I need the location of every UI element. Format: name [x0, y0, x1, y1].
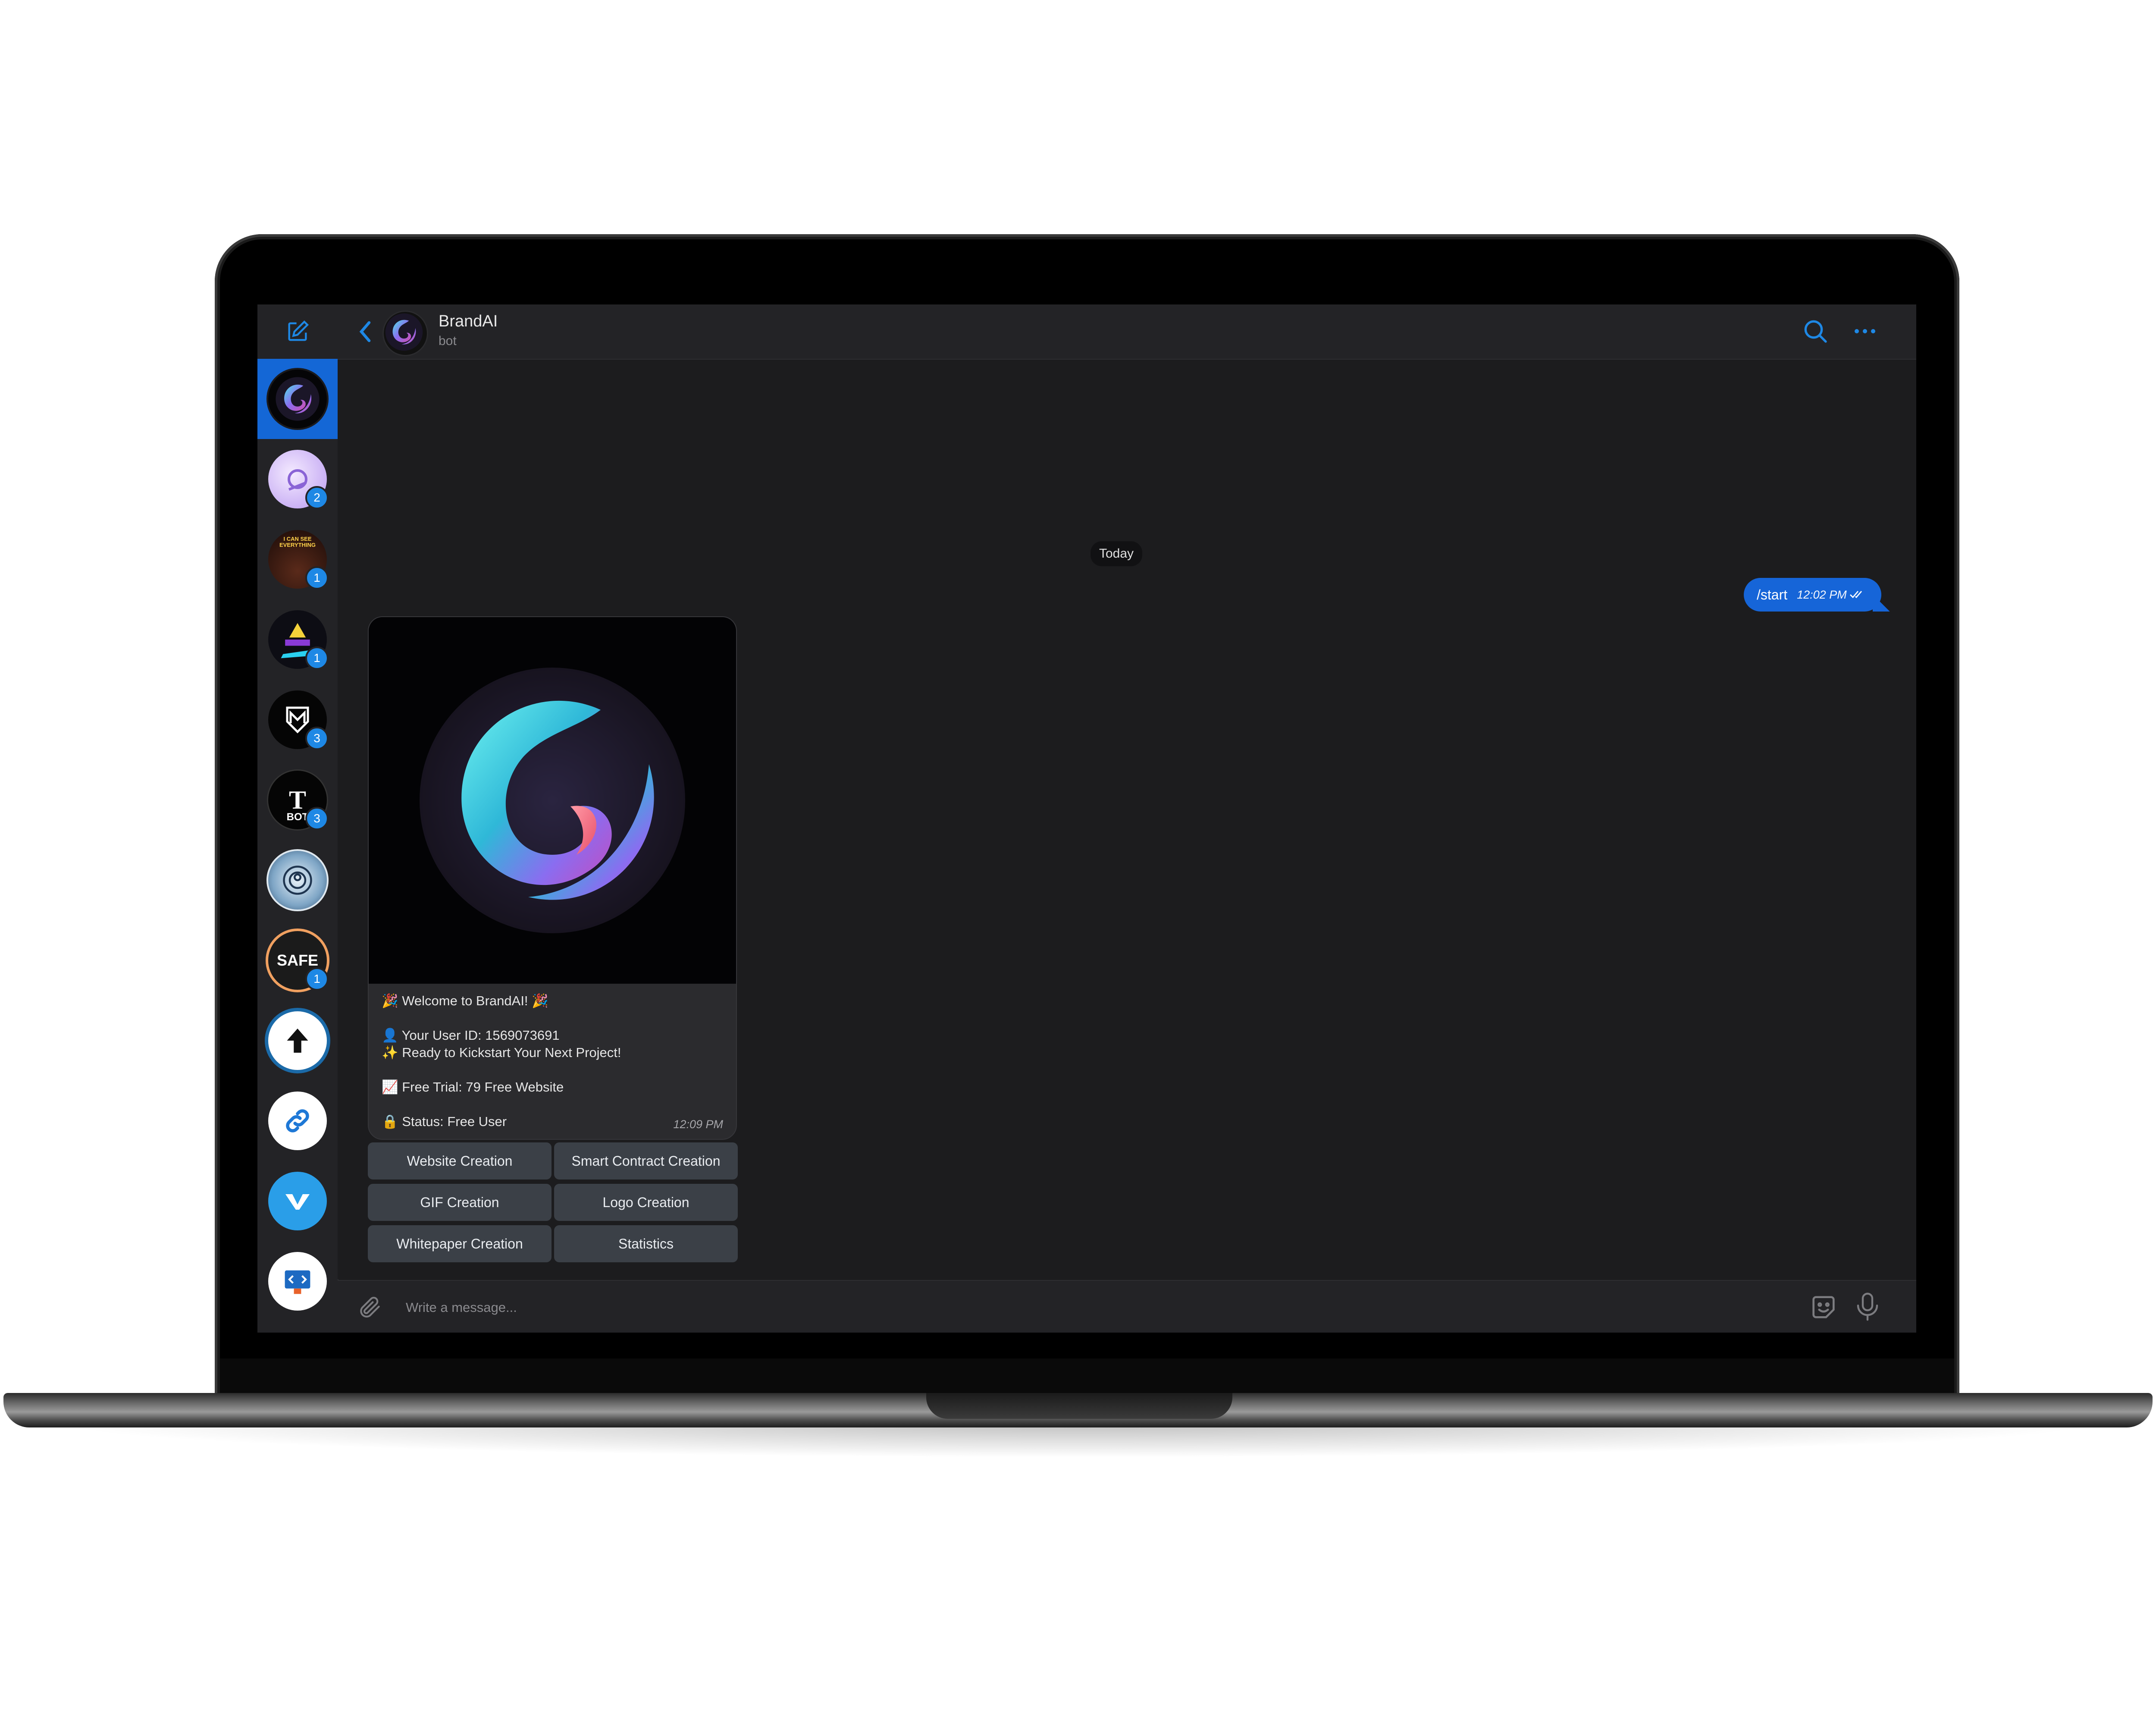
unread-badge: 1 — [305, 566, 329, 590]
avatar: SAFE 1 — [266, 929, 329, 992]
avatar: 2 — [268, 450, 329, 509]
avatar — [268, 1252, 327, 1311]
date-separator: Today — [1091, 541, 1143, 566]
sidebar-chat-8[interactable]: SAFE 1 — [257, 920, 338, 1001]
unread-badge: 1 — [305, 646, 329, 670]
keyboard-button-whitepaper-creation[interactable]: Whitepaper Creation — [368, 1225, 552, 1262]
message-line: 🎉 Welcome to BrandAI! 🎉 — [382, 993, 548, 1008]
avatar — [265, 1008, 330, 1073]
message-line — [382, 1010, 727, 1027]
avatar — [266, 849, 329, 911]
unread-badge: 3 — [305, 807, 329, 830]
link-icon — [286, 1109, 309, 1132]
telegram-window: 2 I CAN SEE EVERYTHING 1 1 3 T BOT 3 SAF… — [257, 304, 1916, 1333]
back-chevron-icon[interactable] — [357, 320, 373, 343]
chat-header: BrandAI bot — [338, 304, 1916, 360]
sticker-icon[interactable] — [1808, 1292, 1839, 1322]
bubble-tail — [1872, 594, 1890, 612]
sidebar-chat-7[interactable] — [257, 840, 338, 920]
outgoing-message[interactable]: /start 12:02 PM — [1744, 578, 1890, 612]
incoming-message[interactable]: 🎉 Welcome to BrandAI! 🎉 👤 Your User ID: … — [368, 616, 737, 1140]
message-line — [382, 1096, 727, 1113]
laptop-notch — [926, 1393, 1232, 1419]
gear-emblem-icon — [283, 866, 312, 895]
message-time: 12:09 PM — [673, 1118, 723, 1131]
microphone-icon[interactable] — [1853, 1291, 1882, 1322]
attach-icon[interactable] — [357, 1294, 383, 1321]
double-check-icon — [1849, 591, 1862, 599]
message-composer: Write a message... — [338, 1280, 1916, 1333]
v-logo-icon — [285, 1194, 310, 1210]
sidebar-chat-5[interactable]: 3 — [257, 680, 338, 760]
avatar-logo-text: T — [288, 786, 307, 814]
keyboard-button-smart-contract-creation[interactable]: Smart Contract Creation — [554, 1142, 738, 1179]
code-monitor-icon — [285, 1270, 310, 1294]
message-line: 👤 Your User ID: 1569073691 — [382, 1028, 560, 1043]
sidebar-chat-2[interactable]: 2 — [257, 439, 338, 519]
unread-badge: 3 — [305, 727, 329, 750]
avatar — [268, 1172, 327, 1230]
sidebar-chat-4[interactable]: 1 — [257, 599, 338, 680]
avatar: I CAN SEE EVERYTHING 1 — [268, 530, 329, 590]
chat-avatar[interactable] — [382, 311, 428, 356]
message-area[interactable]: Today /start 12:02 PM 🎉 Welcome to Brand… — [338, 360, 1916, 1279]
chat-subtitle: bot — [439, 334, 457, 348]
sidebar-chat-12[interactable] — [257, 1241, 338, 1321]
search-icon[interactable] — [1802, 317, 1829, 345]
compose-button[interactable] — [257, 304, 338, 359]
keyboard-button-statistics[interactable]: Statistics — [554, 1225, 738, 1262]
sidebar-chat-9[interactable] — [257, 1001, 338, 1081]
brandai-logo-icon — [385, 313, 423, 351]
chat-title[interactable]: BrandAI — [439, 312, 498, 331]
brandai-banner-image[interactable] — [369, 617, 736, 984]
message-line: ✨ Ready to Kickstart Your Next Project! — [382, 1045, 621, 1060]
keyboard-button-gif-creation[interactable]: GIF Creation — [368, 1184, 552, 1221]
avatar: T BOT 3 — [267, 769, 329, 831]
brandai-logo-icon — [420, 668, 685, 933]
sidebar-chat-brandai[interactable] — [257, 359, 338, 439]
arrow-up-icon — [287, 1029, 308, 1053]
message-text: /start — [1757, 587, 1788, 602]
more-options-icon[interactable] — [1853, 328, 1877, 335]
avatar: 3 — [268, 690, 329, 750]
keyboard-button-website-creation[interactable]: Website Creation — [368, 1142, 552, 1179]
message-line: 📈 Free Trial: 79 Free Website — [382, 1079, 564, 1095]
message-line — [382, 1061, 727, 1079]
message-input[interactable]: Write a message... — [406, 1300, 517, 1315]
sidebar-chat-6[interactable]: T BOT 3 — [257, 760, 338, 840]
avatar-logo-text: SAFE — [276, 951, 318, 969]
unread-badge: 2 — [305, 486, 329, 509]
message-text: 🎉 Welcome to BrandAI! 🎉 👤 Your User ID: … — [382, 992, 727, 1130]
brandai-logo-icon — [276, 377, 320, 421]
unread-badge: 1 — [305, 967, 329, 991]
compose-icon — [288, 320, 309, 341]
avatar-logo-text: I CAN SEE EVERYTHING — [279, 536, 316, 548]
chat-list-sidebar: 2 I CAN SEE EVERYTHING 1 1 3 T BOT 3 SAF… — [257, 304, 338, 1333]
message-time: 12:02 PM — [1797, 588, 1847, 601]
laptop-shadow — [52, 1423, 2104, 1458]
avatar — [268, 1092, 327, 1150]
sidebar-chat-3[interactable]: I CAN SEE EVERYTHING 1 — [257, 519, 338, 599]
avatar — [266, 368, 329, 430]
keyboard-button-logo-creation[interactable]: Logo Creation — [554, 1184, 738, 1221]
sidebar-chat-11[interactable] — [257, 1161, 338, 1241]
laptop-bezel-bottom — [220, 1358, 1954, 1397]
sidebar-chat-10[interactable] — [257, 1081, 338, 1161]
avatar: 1 — [268, 610, 329, 670]
